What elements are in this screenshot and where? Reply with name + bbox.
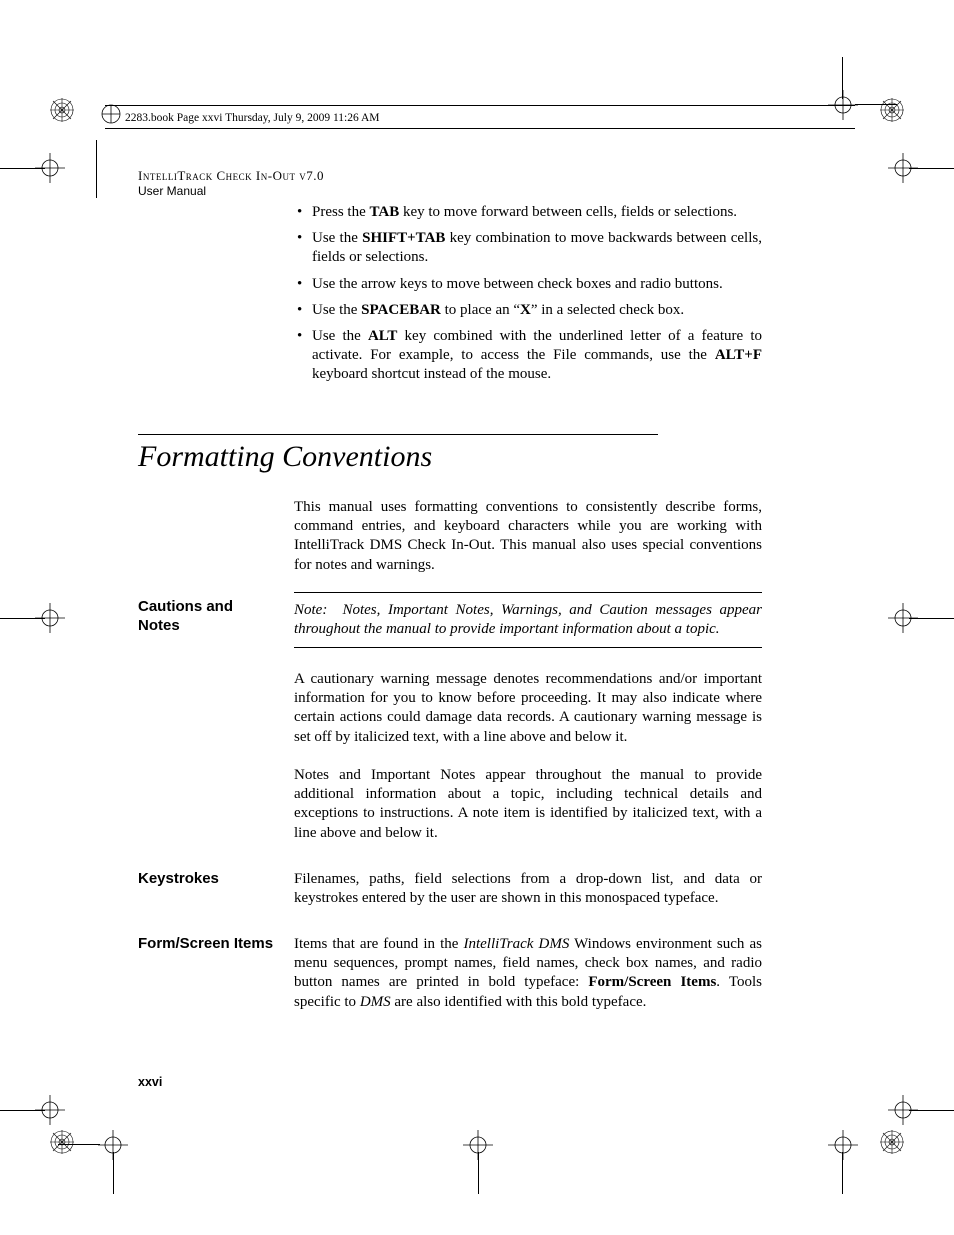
crop-rosette-bottom-right [880,1130,902,1152]
crop-line [842,1152,843,1194]
side-label-keystrokes: Keystrokes [138,870,278,889]
crop-target-bottom-left [35,1095,57,1117]
crop-line [909,618,954,619]
list-item: Use the arrow keys to move between check… [312,275,762,294]
crop-target-bottom-center [463,1130,485,1152]
crop-line [0,168,45,169]
side-label-cautions: Cautions and Notes [138,598,278,636]
running-head: IntelliTrack Check In-Out v7.0 User Manu… [138,168,324,199]
crop-rosette-top-left [50,98,72,120]
list-item: Use the ALT key combined with the underl… [312,327,762,385]
side-label-formscreen: Form/Screen Items [138,935,278,954]
list-item: Press the TAB key to move forward betwee… [312,203,762,222]
running-head-subtitle: User Manual [138,184,324,199]
section-rule [138,434,658,435]
crop-line [58,1144,100,1145]
frame-header-underline [105,128,855,129]
note-box: Note: Notes, Important Notes, Warnings, … [294,592,762,648]
cautions-para-1: A cautionary warning message denotes rec… [294,670,762,747]
section-intro: This manual uses formatting conventions … [294,498,762,575]
page: 2283.book Page xxvi Thursday, July 9, 20… [0,0,954,1235]
crop-line [842,57,843,99]
crop-line [855,104,897,105]
note-lead: Note: [294,602,327,618]
section-intro-text: This manual uses formatting conventions … [294,499,762,573]
section-title: Formatting Conventions [138,440,432,474]
formscreen-body: Items that are found in the IntelliTrack… [294,935,762,1012]
crop-line [113,1152,114,1194]
crop-line [478,1152,479,1194]
cautions-para-2: Notes and Important Notes appear through… [294,766,762,843]
crop-rosette-top-right [880,98,902,120]
crop-line [909,168,954,169]
page-number: xxvi [138,1075,162,1089]
crop-target-bottom-left-b [98,1130,120,1152]
note-body: Notes, Important Notes, Warnings, and Ca… [294,602,762,637]
crop-target-right-mid [888,603,910,625]
keystrokes-body: Filenames, paths, field selections from … [294,870,762,908]
crop-target-left-mid [35,603,57,625]
crop-target-top-right-b [888,153,910,175]
running-head-title: IntelliTrack Check In-Out v7.0 [138,168,324,184]
list-item: Use the SHIFT+TAB key combination to mov… [312,229,762,267]
keyboard-bullet-list: Press the TAB key to move forward betwee… [294,203,762,392]
page-mark-icon [100,103,122,129]
crop-target-bottom-right [888,1095,910,1117]
crop-rosette-bottom-left [50,1130,72,1152]
crop-line [909,1110,954,1111]
crop-line [0,1110,45,1111]
crop-line [0,618,45,619]
crop-target-bottom-right-b [828,1130,850,1152]
crop-target-top-left [35,153,57,175]
list-item: Use the SPACEBAR to place an “X” in a se… [312,301,762,320]
frame-header: 2283.book Page xxvi Thursday, July 9, 20… [105,105,855,110]
book-tag-text: 2283.book Page xxvi Thursday, July 9, 20… [125,112,380,124]
crop-line [96,140,97,198]
